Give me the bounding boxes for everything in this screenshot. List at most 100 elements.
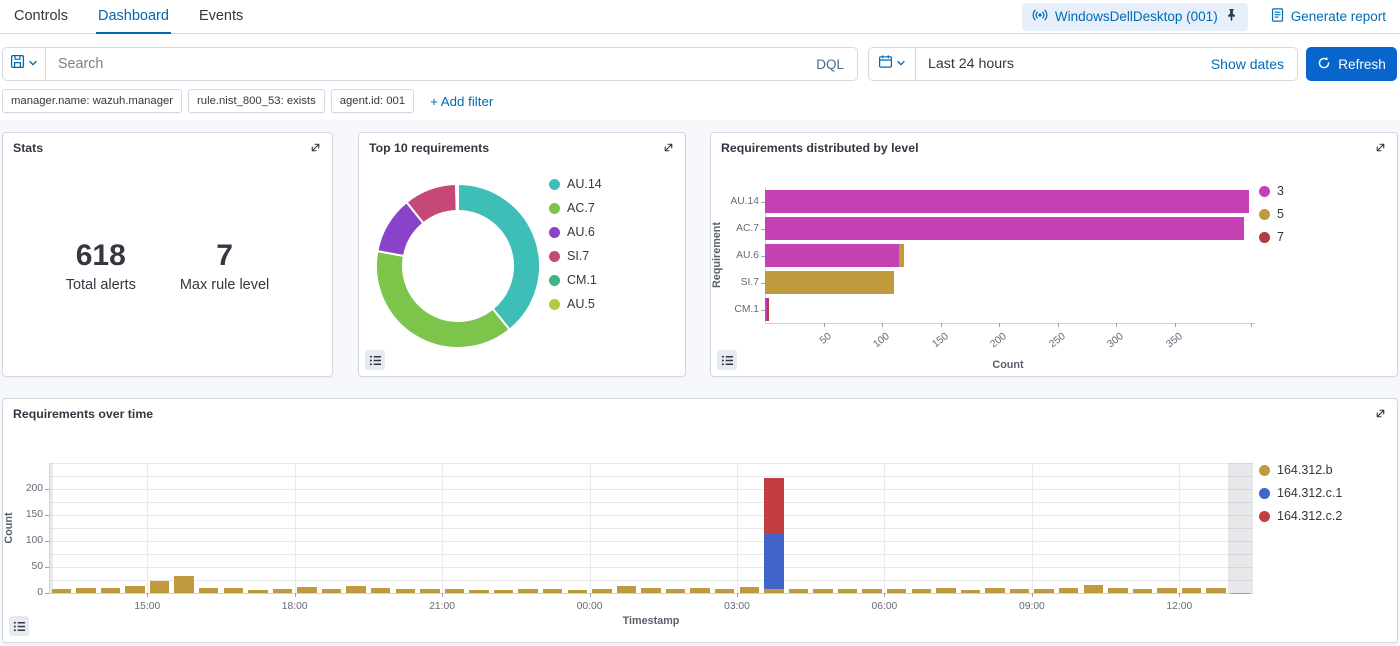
- expand-icon[interactable]: [309, 141, 323, 155]
- time-bar-segment-164.312.b[interactable]: [886, 588, 907, 593]
- time-bar-segment-164.312.b[interactable]: [985, 587, 1005, 593]
- time-bar-segment-164.312.b[interactable]: [1083, 585, 1104, 593]
- time-bar-segment-164.312.b[interactable]: [174, 576, 194, 593]
- legend-item[interactable]: CM.1: [549, 273, 602, 287]
- time-bar-segment-164.312.b[interactable]: [395, 588, 416, 593]
- time-bar-segment-164.312.b[interactable]: [51, 588, 72, 593]
- legend-item[interactable]: 164.312.c.1: [1259, 486, 1342, 500]
- search-input[interactable]: [46, 56, 804, 72]
- time-bar-segment-164.312.b[interactable]: [100, 587, 121, 593]
- time-bar-segment-164.312.b[interactable]: [125, 586, 145, 593]
- saved-query-menu-button[interactable]: [3, 48, 46, 80]
- legend-item[interactable]: AU.5: [549, 297, 602, 311]
- filter-pill-manager-name[interactable]: manager.name: wazuh.manager: [2, 89, 183, 113]
- time-bar-segment-164.312.b[interactable]: [714, 588, 735, 593]
- time-bar-segment-164.312.b[interactable]: [641, 588, 661, 593]
- time-bar-segment-164.312.b[interactable]: [248, 590, 268, 593]
- bar-AU.6-level-3[interactable]: [765, 244, 899, 267]
- time-bar-segment-164.312.b[interactable]: [837, 588, 858, 593]
- tab-controls[interactable]: Controls: [12, 1, 70, 33]
- legend-toggle-button[interactable]: [717, 350, 737, 370]
- bar-CM.1-level-7[interactable]: [767, 298, 769, 321]
- time-bar-segment-164.312.b[interactable]: [272, 588, 293, 593]
- time-bar-segment-164.312.b[interactable]: [567, 589, 588, 593]
- time-bar-segment-164.312.b[interactable]: [862, 588, 882, 593]
- show-dates-button[interactable]: Show dates: [1211, 56, 1297, 72]
- time-bar-segment-164.312.b[interactable]: [149, 580, 170, 593]
- legend-item[interactable]: AU.14: [549, 177, 602, 191]
- time-bar-segment-164.312.b[interactable]: [1157, 587, 1177, 593]
- time-bar-segment-164.312.b[interactable]: [321, 588, 342, 593]
- time-bar-segment-164.312.b[interactable]: [1132, 588, 1153, 593]
- donut-slice-CM.1[interactable]: [455, 182, 459, 213]
- time-bar-segment-164.312.b[interactable]: [346, 585, 366, 593]
- legend-item[interactable]: SI.7: [549, 249, 602, 263]
- time-bar-segment-164.312.b[interactable]: [198, 587, 219, 593]
- agent-chip-label: WindowsDellDesktop (001): [1054, 9, 1218, 24]
- calendar-icon: [878, 54, 893, 74]
- expand-icon[interactable]: [662, 141, 676, 155]
- time-bar-segment-164.312.b[interactable]: [788, 589, 809, 593]
- donut-slice-AC.7[interactable]: [375, 249, 512, 349]
- time-bar-segment-164.312.b[interactable]: [665, 588, 686, 593]
- time-bar-segment-164.312.b[interactable]: [1108, 587, 1128, 593]
- legend-item[interactable]: 5: [1259, 207, 1284, 221]
- time-bar-segment-164.312.b[interactable]: [616, 586, 637, 593]
- legend-label: 164.312.c.1: [1277, 486, 1343, 500]
- time-bar-segment-164.312.b[interactable]: [493, 590, 514, 593]
- time-bar-segment-164.312.c.2[interactable]: [764, 478, 784, 535]
- legend-label: AU.5: [567, 297, 595, 311]
- time-bar-segment-164.312.b[interactable]: [739, 586, 760, 593]
- time-bar-segment-164.312.b[interactable]: [297, 586, 317, 593]
- agent-chip[interactable]: WindowsDellDesktop (001): [1021, 2, 1248, 31]
- time-bar-segment-164.312.c.1[interactable]: [764, 534, 784, 589]
- legend-color-dot: [1259, 487, 1270, 499]
- time-bar-segment-164.312.b[interactable]: [960, 589, 981, 593]
- time-range-value[interactable]: Last 24 hours: [928, 56, 1014, 72]
- time-bar-segment-164.312.b[interactable]: [76, 587, 96, 593]
- time-bar-segment-164.312.b[interactable]: [813, 588, 833, 593]
- legend-toggle-button[interactable]: [365, 350, 385, 370]
- filter-pill-agent-id[interactable]: agent.id: 001: [330, 89, 415, 113]
- bar-AC.7-level-3[interactable]: [765, 217, 1244, 240]
- tab-events[interactable]: Events: [197, 1, 245, 33]
- legend-item[interactable]: 164.312.c.2: [1259, 509, 1342, 523]
- query-bar: DQL: [2, 47, 858, 81]
- donut-slice-AU.14[interactable]: [457, 182, 541, 332]
- legend-item[interactable]: 7: [1259, 230, 1284, 244]
- time-bar-segment-164.312.b[interactable]: [592, 588, 612, 593]
- time-bar-segment-164.312.b[interactable]: [469, 589, 489, 593]
- filter-pill-rule-nist[interactable]: rule.nist_800_53: exists: [188, 89, 325, 113]
- query-language-button[interactable]: DQL: [803, 57, 857, 72]
- pin-icon[interactable]: [1225, 8, 1238, 25]
- legend-label: AU.6: [567, 225, 595, 239]
- bar-AU.14-level-3[interactable]: [765, 190, 1249, 213]
- time-bar-segment-164.312.b[interactable]: [420, 588, 440, 593]
- time-bar-segment-164.312.b[interactable]: [1181, 588, 1202, 593]
- time-bar-segment-164.312.b[interactable]: [1058, 588, 1079, 593]
- legend-item[interactable]: 164.312.b: [1259, 463, 1342, 477]
- bar-SI.7-level-5[interactable]: [765, 271, 894, 294]
- generate-report-button[interactable]: Generate report: [1270, 7, 1386, 26]
- time-bar-segment-164.312.b[interactable]: [1009, 588, 1030, 593]
- time-bar-segment-164.312.b[interactable]: [764, 588, 784, 593]
- tab-dashboard[interactable]: Dashboard: [96, 1, 171, 34]
- time-bar-segment-164.312.b[interactable]: [542, 589, 563, 593]
- time-bar-segment-164.312.b[interactable]: [911, 588, 932, 593]
- time-bar-segment-164.312.b[interactable]: [370, 587, 391, 593]
- legend-item[interactable]: 3: [1259, 184, 1284, 198]
- time-bar-segment-164.312.b[interactable]: [936, 588, 956, 593]
- legend-toggle-button[interactable]: [9, 616, 29, 636]
- time-bar-segment-164.312.b[interactable]: [444, 589, 465, 593]
- time-bar-segment-164.312.b[interactable]: [690, 587, 710, 593]
- time-bar-segment-164.312.b[interactable]: [223, 588, 244, 593]
- time-bar-segment-164.312.b[interactable]: [518, 589, 538, 593]
- refresh-button[interactable]: Refresh: [1306, 47, 1397, 81]
- legend-item[interactable]: AC.7: [549, 201, 602, 215]
- time-bar-segment-164.312.b[interactable]: [1206, 588, 1226, 593]
- legend-item[interactable]: AU.6: [549, 225, 602, 239]
- time-bar-segment-164.312.b[interactable]: [1034, 589, 1054, 593]
- quick-select-date-button[interactable]: [869, 48, 916, 80]
- bar-AU.6-level-5[interactable]: [898, 244, 905, 267]
- add-filter-button[interactable]: + Add filter: [430, 94, 493, 109]
